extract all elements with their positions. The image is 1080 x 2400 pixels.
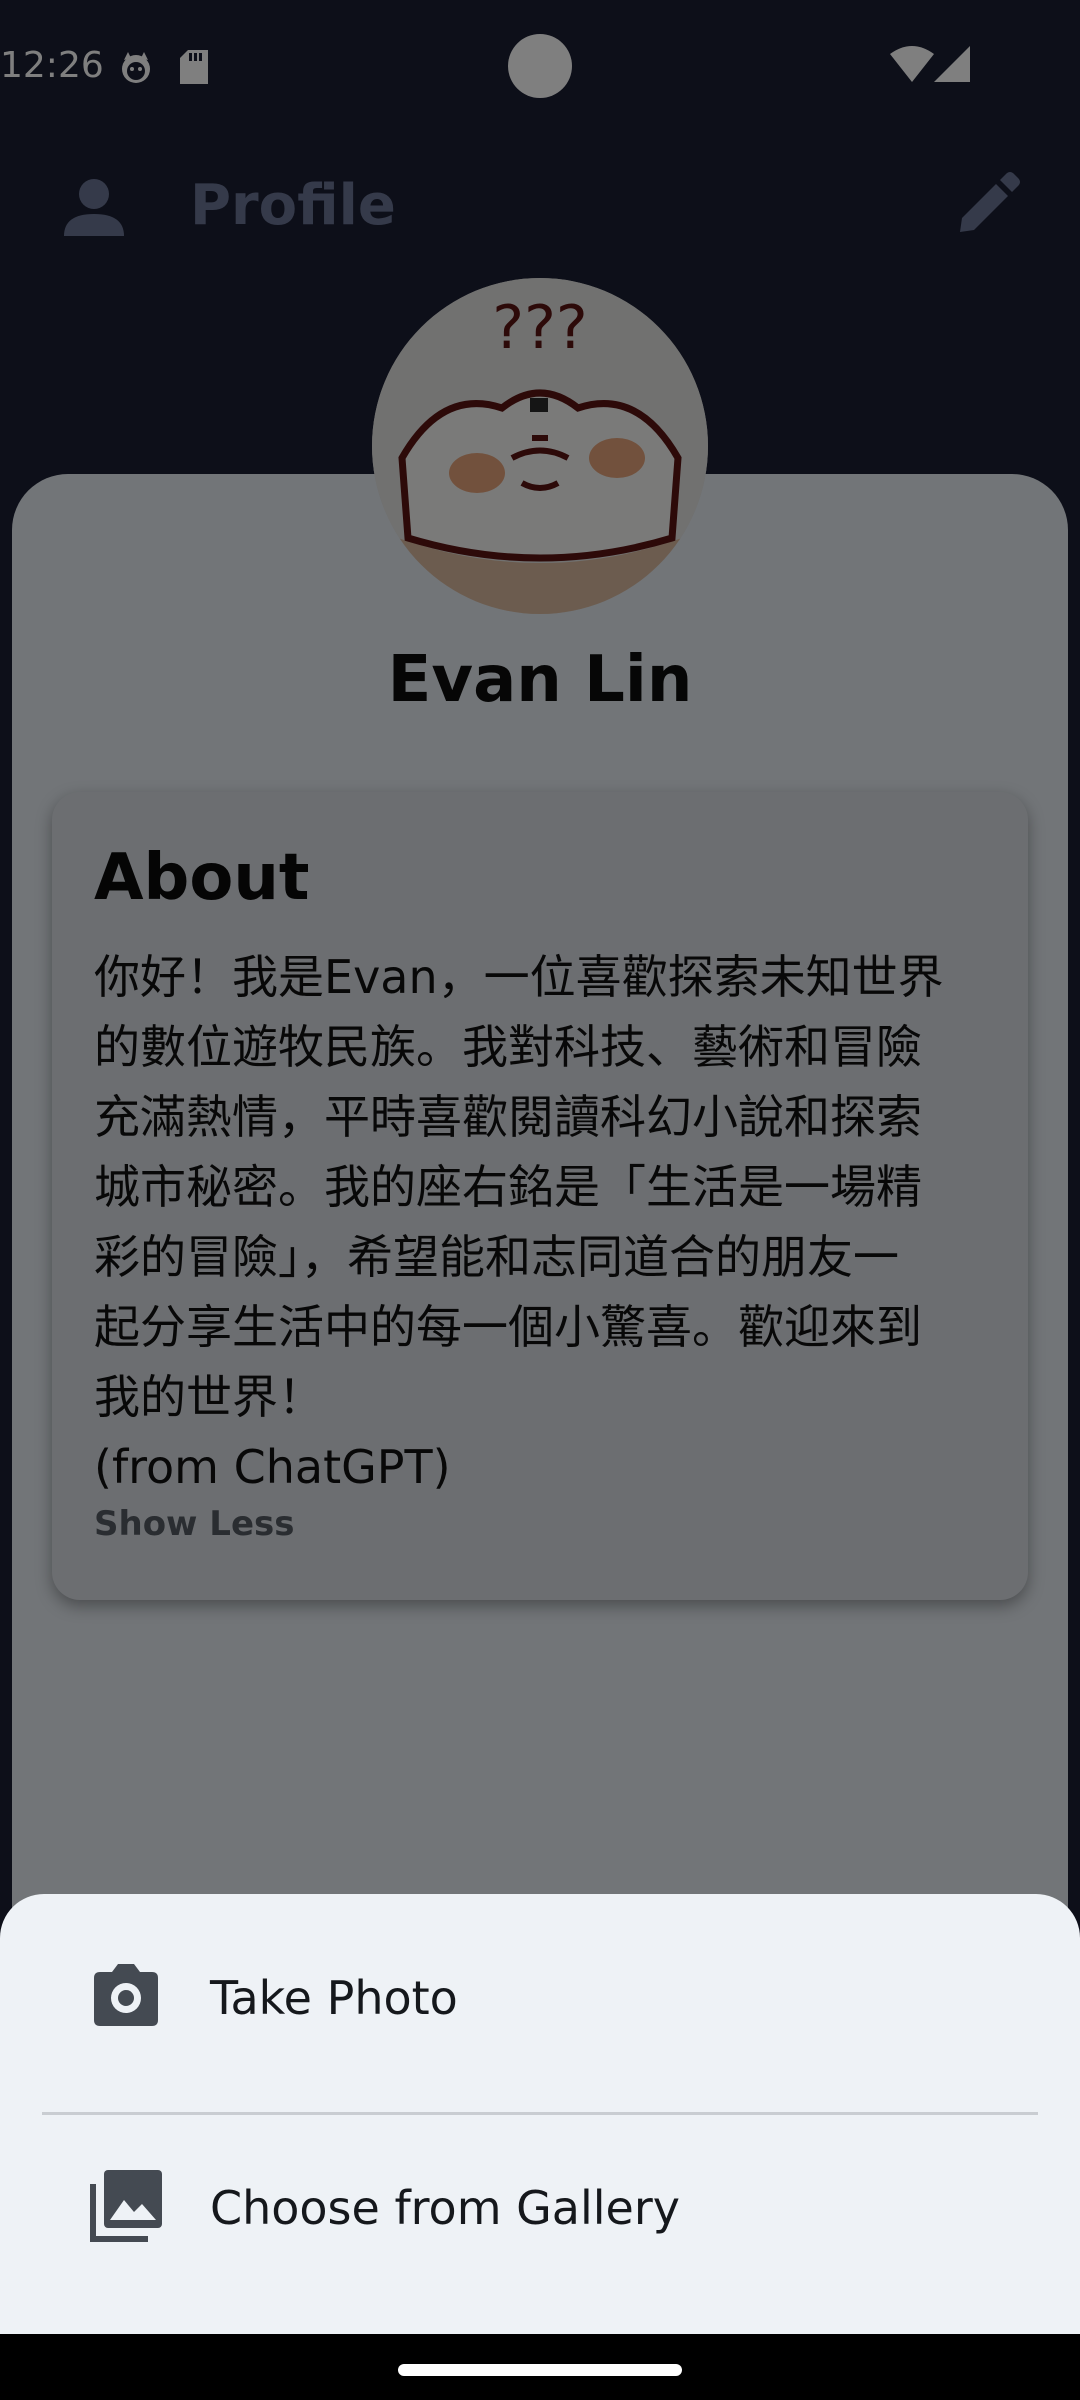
sheet-divider <box>42 2112 1038 2115</box>
choose-from-gallery-label: Choose from Gallery <box>210 2181 680 2235</box>
take-photo-option[interactable]: Take Photo <box>0 1910 1080 2090</box>
gallery-icon <box>90 2170 162 2246</box>
navigation-bar <box>0 2334 1080 2400</box>
take-photo-label: Take Photo <box>210 1971 458 2025</box>
photo-source-sheet: Take Photo Choose from Gallery <box>0 1894 1080 2334</box>
profile-screen: 12:26 Profile <box>0 0 1080 2400</box>
camera-icon <box>90 1960 162 2036</box>
home-gesture-handle[interactable] <box>398 2364 682 2376</box>
choose-from-gallery-option[interactable]: Choose from Gallery <box>0 2120 1080 2300</box>
